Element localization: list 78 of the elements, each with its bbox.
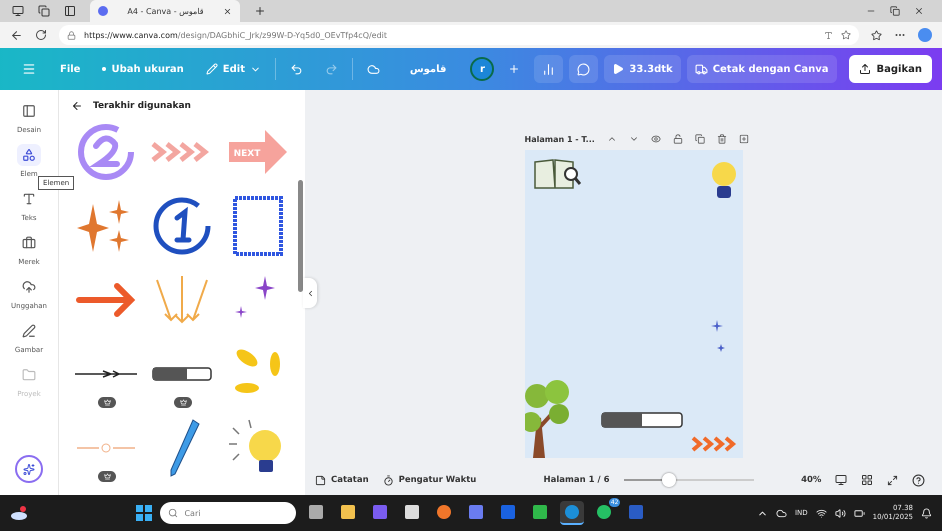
chevrons-drawing xyxy=(690,436,736,452)
insights-button[interactable] xyxy=(534,55,564,83)
present-button[interactable]: 33.3dtk xyxy=(604,55,681,83)
trash-icon xyxy=(716,134,727,144)
fullscreen-icon xyxy=(887,474,898,486)
close-icon xyxy=(223,6,232,16)
print-button[interactable]: Cetak dengan Canva xyxy=(686,55,837,83)
book-search-drawing xyxy=(532,158,580,192)
panel-title: Terakhir digunakan xyxy=(93,101,191,111)
browser-tab[interactable]: A4 - Canva - قاموس xyxy=(90,0,240,22)
share-button[interactable]: Bagikan xyxy=(848,55,932,83)
timer-button[interactable]: Pengatur Waktu xyxy=(382,474,476,486)
page-view-icon xyxy=(835,474,848,486)
battery-icon xyxy=(854,508,865,518)
redo-icon xyxy=(325,62,338,76)
cloud-upload-icon xyxy=(22,280,36,294)
collections-icon xyxy=(38,5,50,17)
zoom-level: 40% xyxy=(801,475,822,485)
page-title[interactable]: Halaman 1 - T... xyxy=(524,134,595,144)
design-page[interactable] xyxy=(524,150,742,458)
tab-actions-icon xyxy=(64,5,76,17)
pencil-icon xyxy=(206,63,218,75)
duplicate-icon xyxy=(694,134,705,144)
search-field[interactable]: Cari xyxy=(160,502,296,524)
grid-view-icon xyxy=(861,474,874,486)
crown-badge xyxy=(98,397,116,408)
close-icon xyxy=(914,6,924,16)
undo-icon xyxy=(290,62,303,76)
magic-button[interactable] xyxy=(15,455,43,483)
eye-icon xyxy=(650,134,661,144)
folder-icon xyxy=(22,368,36,382)
sparkles-icon xyxy=(23,462,35,476)
back-icon xyxy=(71,100,83,112)
help-icon xyxy=(912,474,926,486)
start-icon xyxy=(136,505,152,521)
add-page-icon xyxy=(738,134,749,144)
search-icon xyxy=(168,508,178,518)
cloud-icon xyxy=(367,62,380,76)
avatar[interactable]: r xyxy=(470,57,494,81)
design-icon xyxy=(22,104,36,118)
address-bar[interactable]: https://www.canva.com/design/DAGbhiC_Jrk/z99W-D-Yq5d0_OEvTfp4cQ/edit xyxy=(59,25,859,45)
lock-icon xyxy=(67,30,76,40)
notes-icon xyxy=(315,474,326,486)
wifi-icon xyxy=(816,508,827,518)
weather-icon xyxy=(10,505,28,521)
share-icon xyxy=(858,63,871,75)
volume-icon xyxy=(834,508,846,518)
crown-badge xyxy=(98,471,116,482)
unlock-icon xyxy=(672,134,683,144)
timer-icon xyxy=(382,474,394,486)
shapes-icon xyxy=(22,148,36,162)
dot-icon xyxy=(102,67,106,71)
notes-button[interactable]: Catatan xyxy=(315,474,369,486)
cloud-icon xyxy=(776,508,787,518)
read-aloud-icon xyxy=(824,30,833,40)
chart-icon xyxy=(542,62,556,76)
new-tab-icon xyxy=(254,5,266,17)
pen-icon xyxy=(22,324,36,338)
url-text: https://www.canva.com/design/DAGbhiC_Jrk/z99W-D-Yq5d0_OEvTfp4cQ/edit xyxy=(84,30,388,40)
briefcase-icon xyxy=(22,236,36,250)
reload-icon xyxy=(35,29,47,41)
menu-icon xyxy=(22,62,36,76)
tab-title: A4 - Canva - قاموس xyxy=(126,6,205,16)
comment-button[interactable] xyxy=(569,55,598,83)
play-icon xyxy=(612,63,624,75)
notification-icon xyxy=(921,508,932,518)
crown-badge xyxy=(174,397,192,408)
favorites-icon xyxy=(871,30,882,40)
plus-icon xyxy=(508,63,520,75)
scrollbar-thumb[interactable] xyxy=(298,180,302,292)
restore-icon xyxy=(890,6,900,16)
back-icon xyxy=(10,28,23,42)
taskbar-button[interactable] xyxy=(560,501,584,525)
page-counter: Halaman 1 / 6 xyxy=(544,475,610,485)
favorite-icon xyxy=(841,30,851,40)
truck-icon xyxy=(694,62,708,76)
comment-icon xyxy=(577,62,590,76)
text-icon xyxy=(22,192,36,206)
